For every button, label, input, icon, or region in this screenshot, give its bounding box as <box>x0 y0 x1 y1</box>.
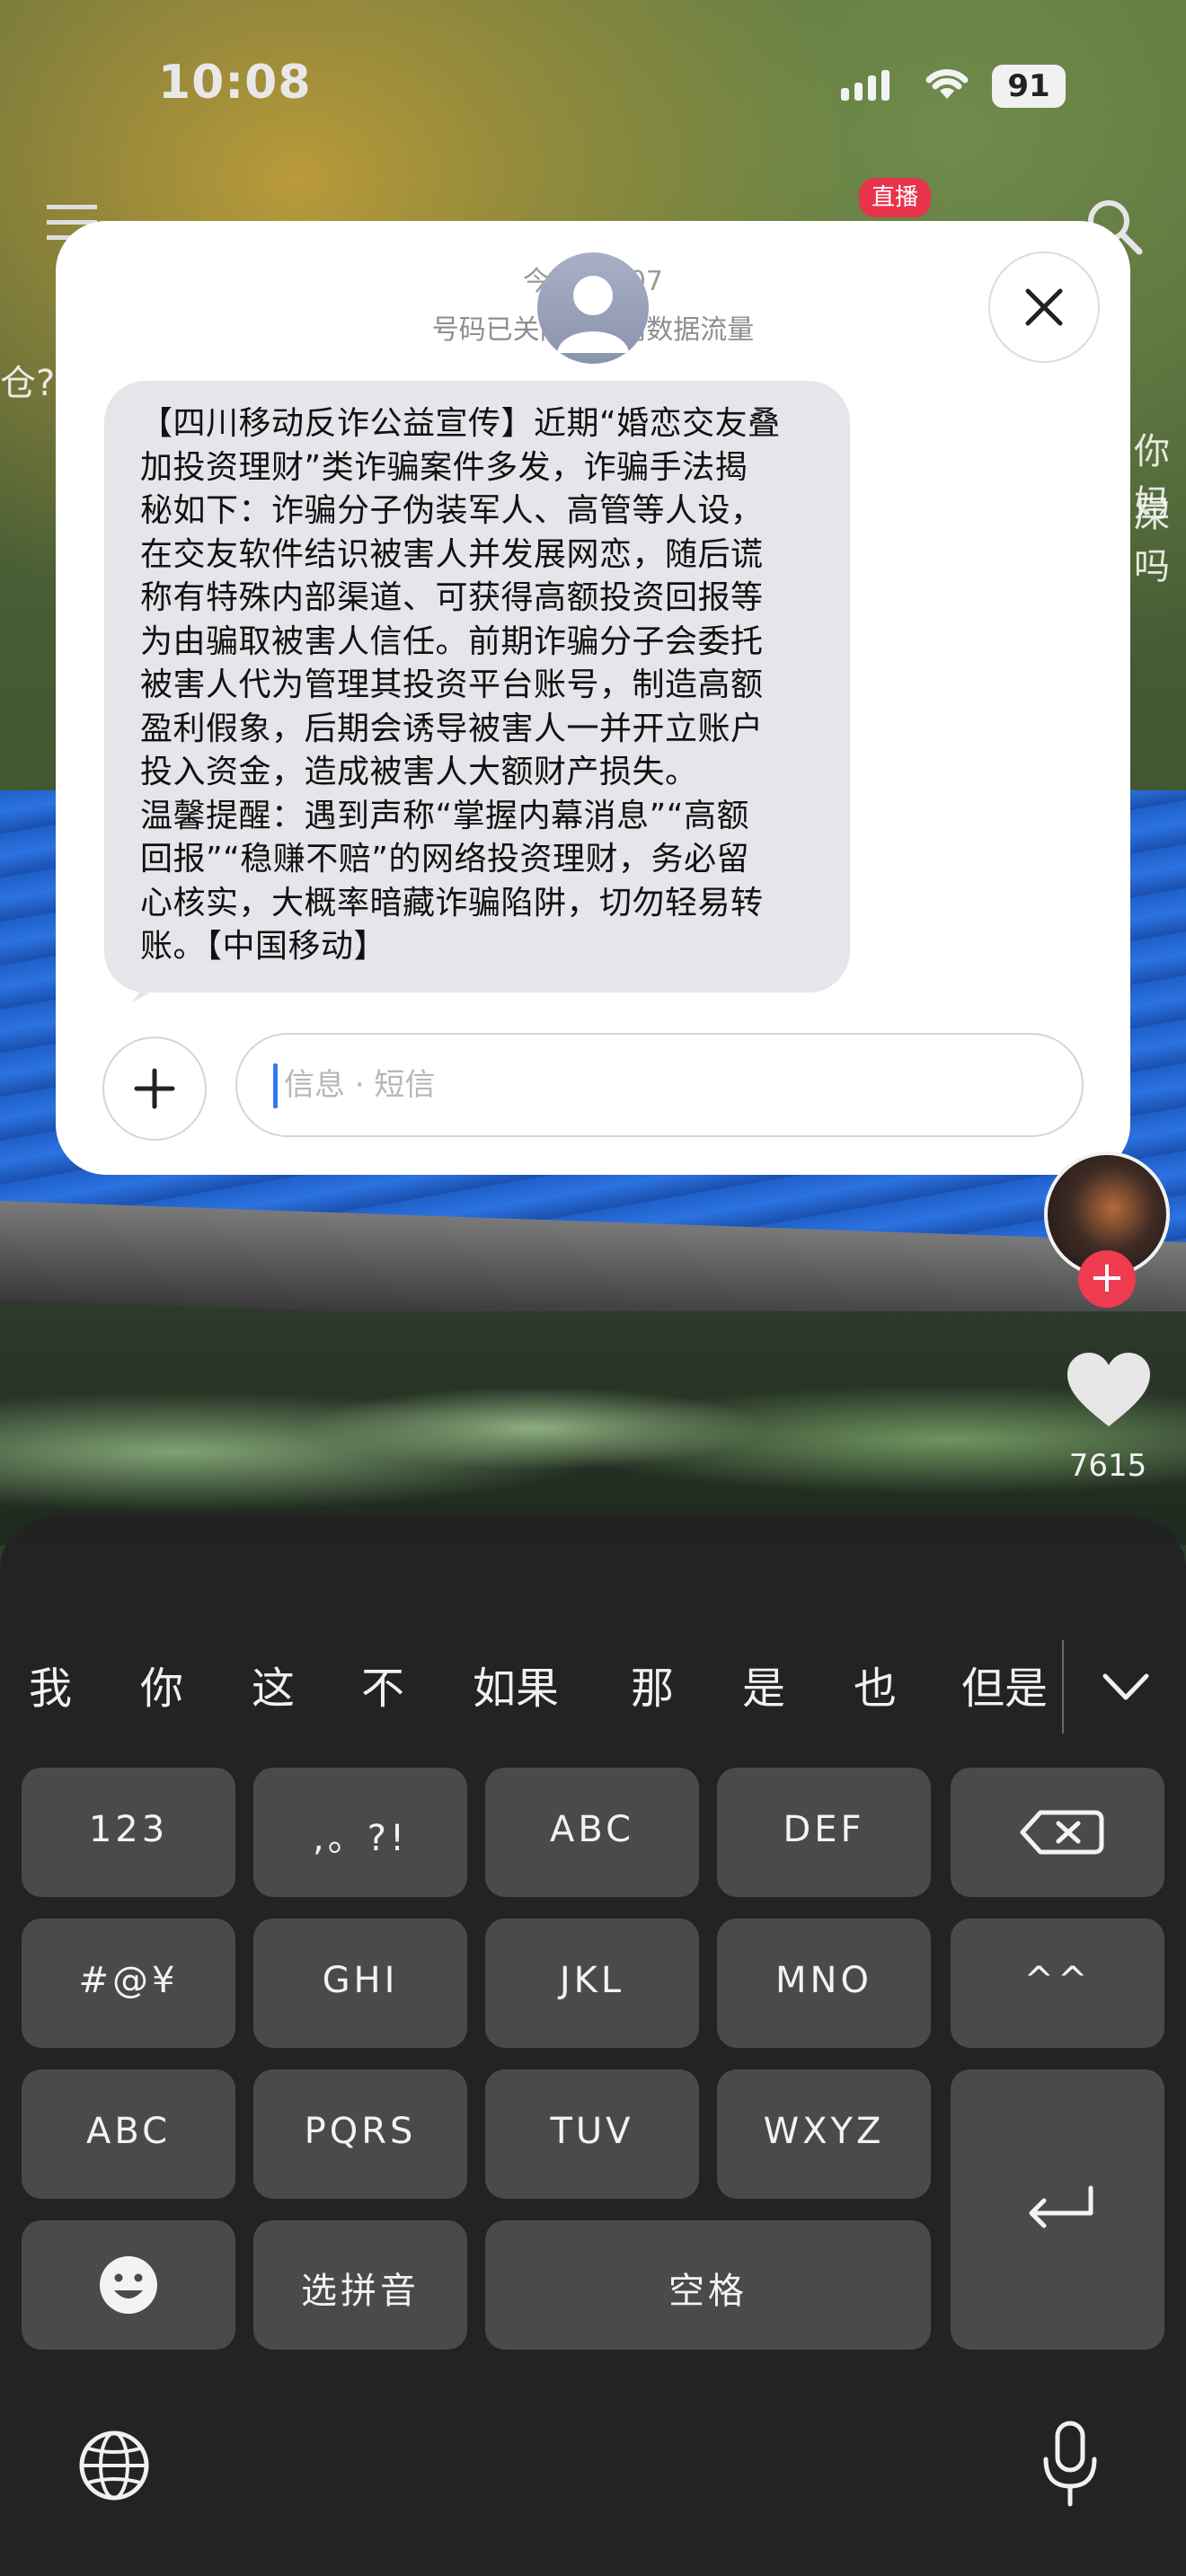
key-label: ,。?! <box>313 1818 408 1859</box>
key-label: DEF <box>783 1809 865 1850</box>
emoji-key[interactable] <box>22 2220 235 2350</box>
key-label: MNO <box>775 1960 872 2001</box>
return-key[interactable] <box>951 2069 1164 2350</box>
message-input[interactable]: 信息 · 短信 <box>235 1033 1084 1137</box>
person-icon <box>557 276 629 353</box>
message-input-placeholder: 信息 · 短信 <box>284 1067 436 1103</box>
cellular-signal-icon <box>841 70 895 101</box>
backspace-icon <box>1020 1810 1104 1855</box>
key-label: ABC <box>85 2111 172 2152</box>
key-emoticon[interactable]: ^^ <box>951 1919 1164 2048</box>
key-wxyz-9[interactable]: WXYZ <box>717 2069 931 2199</box>
status-time: 10:08 <box>158 56 312 110</box>
key-label: WXYZ <box>763 2111 885 2152</box>
key-label: GHI <box>322 1960 399 2001</box>
key-label: PQRS <box>304 2111 417 2152</box>
video-leaves <box>0 1311 1186 1545</box>
follow-button[interactable]: + <box>1078 1250 1136 1308</box>
candidate-item[interactable]: 也 <box>854 1653 897 1716</box>
text-caret <box>273 1063 278 1108</box>
candidate-item[interactable]: 但是 <box>961 1653 1048 1716</box>
close-icon <box>1025 288 1063 326</box>
candidate-item[interactable]: 那 <box>631 1653 674 1716</box>
emoji-icon <box>100 2256 157 2314</box>
wifi-icon <box>925 69 969 99</box>
backspace-key[interactable] <box>951 1768 1164 1897</box>
chevron-down-icon[interactable] <box>1098 1669 1154 1705</box>
contact-avatar <box>537 252 649 364</box>
key-label: 选拼音 <box>301 2271 420 2312</box>
sms-quick-reply-card: 今天 10:07 号码已关闭 · 蜂窝数据流量 【四川移动反诈公益宣传】近期“婚… <box>56 221 1130 1175</box>
key-tuv-8[interactable]: TUV <box>485 2069 699 2199</box>
key-label: 空格 <box>668 2271 748 2312</box>
return-icon <box>1029 2185 1093 2228</box>
key-label: ABC <box>549 1809 635 1850</box>
key-123[interactable]: 123 <box>22 1768 235 1897</box>
key-def-3[interactable]: DEF <box>717 1768 931 1897</box>
key-jkl-5[interactable]: JKL <box>485 1919 699 2048</box>
add-attachment-button[interactable] <box>102 1037 207 1141</box>
candidate-divider <box>1062 1640 1064 1734</box>
key-punctuation[interactable]: ,。?! <box>253 1768 467 1897</box>
candidate-item[interactable]: 我 <box>29 1653 72 1716</box>
key-symbols[interactable]: #@¥ <box>22 1919 235 2048</box>
candidate-item[interactable]: 如果 <box>473 1653 559 1716</box>
comment-right-2: 屎吗 <box>1134 494 1170 587</box>
key-abc-switch[interactable]: ABC <box>22 2069 235 2199</box>
key-label: JKL <box>559 1960 625 2001</box>
key-label: TUV <box>550 2111 634 2152</box>
space-key[interactable]: 空格 <box>485 2220 931 2350</box>
bubble-tail <box>131 966 176 1002</box>
received-message-bubble: 【四川移动反诈公益宣传】近期“婚恋交友叠 加投资理财”类诈骗案件多发，诈骗手法揭… <box>104 381 850 992</box>
microphone-icon[interactable] <box>1040 2420 1100 2508</box>
globe-icon[interactable] <box>77 2429 151 2502</box>
close-button[interactable] <box>988 251 1100 363</box>
like-count: 7615 <box>1068 1448 1147 1484</box>
key-select-pinyin[interactable]: 选拼音 <box>253 2220 467 2350</box>
candidate-item[interactable]: 不 <box>361 1653 404 1716</box>
candidate-item[interactable]: 是 <box>742 1653 785 1716</box>
candidate-item[interactable]: 你 <box>140 1653 183 1716</box>
key-label: 123 <box>88 1809 169 1850</box>
key-label: #@¥ <box>78 1960 179 2001</box>
battery-indicator: 91 <box>992 65 1066 108</box>
status-bar: 10:08 91 <box>0 0 1186 171</box>
candidate-bar: 我 你 这 不 如果 那 是 也 但是 <box>0 1653 1186 1734</box>
key-label: ^^ <box>1023 1960 1092 2001</box>
heart-icon[interactable] <box>1066 1351 1152 1430</box>
live-badge: 直播 <box>859 178 932 217</box>
key-mno-6[interactable]: MNO <box>717 1919 931 2048</box>
comment-left: 仓? <box>0 363 56 404</box>
key-ghi-4[interactable]: GHI <box>253 1919 467 2048</box>
key-abc-2[interactable]: ABC <box>485 1768 699 1897</box>
key-pqrs-7[interactable]: PQRS <box>253 2069 467 2199</box>
candidate-item[interactable]: 这 <box>252 1653 295 1716</box>
plus-icon <box>134 1068 175 1109</box>
